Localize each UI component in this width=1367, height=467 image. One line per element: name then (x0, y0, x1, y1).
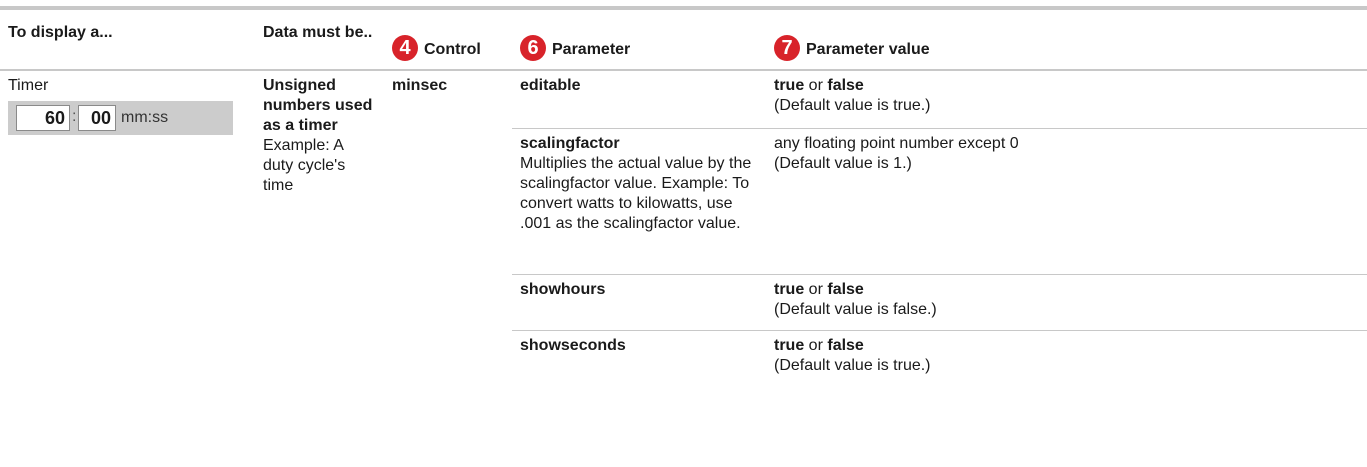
param-value-showhours: true or false (Default value is false.) (766, 273, 1367, 330)
value-true: true (774, 77, 805, 94)
step-7-badge: 7 (774, 35, 800, 61)
header-value: 7 Parameter value (766, 8, 1367, 70)
value-or: or (804, 280, 828, 298)
default-note: (Default value is 1.) (774, 154, 912, 172)
param-value-editable: true or false (Default value is true.) (766, 70, 1367, 128)
param-name-editable: editable (520, 77, 581, 94)
value-true: true (774, 280, 805, 298)
header-parameter-label: Parameter (552, 41, 631, 58)
value-true: true (774, 336, 805, 354)
header-control-label: Control (424, 41, 481, 58)
header-parameter: 6 Parameter (512, 8, 766, 70)
param-value-scalingfactor: any floating point number except 0 (Defa… (766, 127, 1367, 274)
param-desc-scalingfactor: Multiplies the actual value by the scali… (520, 154, 752, 232)
table-row: Timer 60 : 00 mm:ss Unsigned numbers use… (0, 70, 1367, 194)
value-or: or (804, 77, 828, 94)
param-name-scalingfactor: scalingfactor (520, 134, 620, 152)
data-example: Example: A duty cycle's time (263, 137, 346, 194)
default-note: (Default value is true.) (774, 356, 931, 374)
timer-widget-example: 60 : 00 mm:ss (8, 101, 233, 135)
header-value-label: Parameter value (806, 41, 930, 58)
timer-colon: : (72, 108, 77, 125)
data-cell: Unsigned numbers used as a timer Example… (255, 70, 384, 398)
default-note: (Default value is true.) (774, 97, 931, 114)
timer-minutes-field: 60 (16, 105, 70, 131)
value-text: any floating point number except 0 (774, 134, 1019, 152)
value-false: false (827, 77, 864, 94)
timer-seconds-field: 00 (78, 105, 116, 131)
param-name-showhours: showhours (512, 273, 766, 330)
display-cell: Timer 60 : 00 mm:ss (0, 70, 255, 398)
data-type-label: Unsigned numbers used as a timer (263, 77, 373, 134)
step-4-badge: 4 (392, 35, 418, 61)
control-cell: minsec (392, 77, 448, 94)
param-name-showseconds: showseconds (512, 329, 766, 398)
value-false: false (827, 280, 864, 298)
header-control: 4 Control (384, 8, 512, 70)
param-value-showseconds: true or false (Default value is true.) (766, 329, 1367, 398)
timer-unit-label: mm:ss (121, 109, 169, 126)
default-note: (Default value is false.) (774, 300, 937, 318)
value-false: false (827, 336, 864, 354)
header-data: Data must be.. (263, 24, 373, 41)
step-6-badge: 6 (520, 35, 546, 61)
control-reference-table-wrapper: To display a... Data must be.. 4 Control … (0, 6, 1367, 398)
value-or: or (804, 336, 828, 354)
display-label: Timer (8, 77, 49, 94)
table-header-row: To display a... Data must be.. 4 Control … (0, 8, 1367, 70)
header-display: To display a... (8, 24, 113, 41)
param-cell-scalingfactor: scalingfactor Multiplies the actual valu… (512, 127, 766, 274)
control-reference-table: To display a... Data must be.. 4 Control … (0, 6, 1367, 398)
